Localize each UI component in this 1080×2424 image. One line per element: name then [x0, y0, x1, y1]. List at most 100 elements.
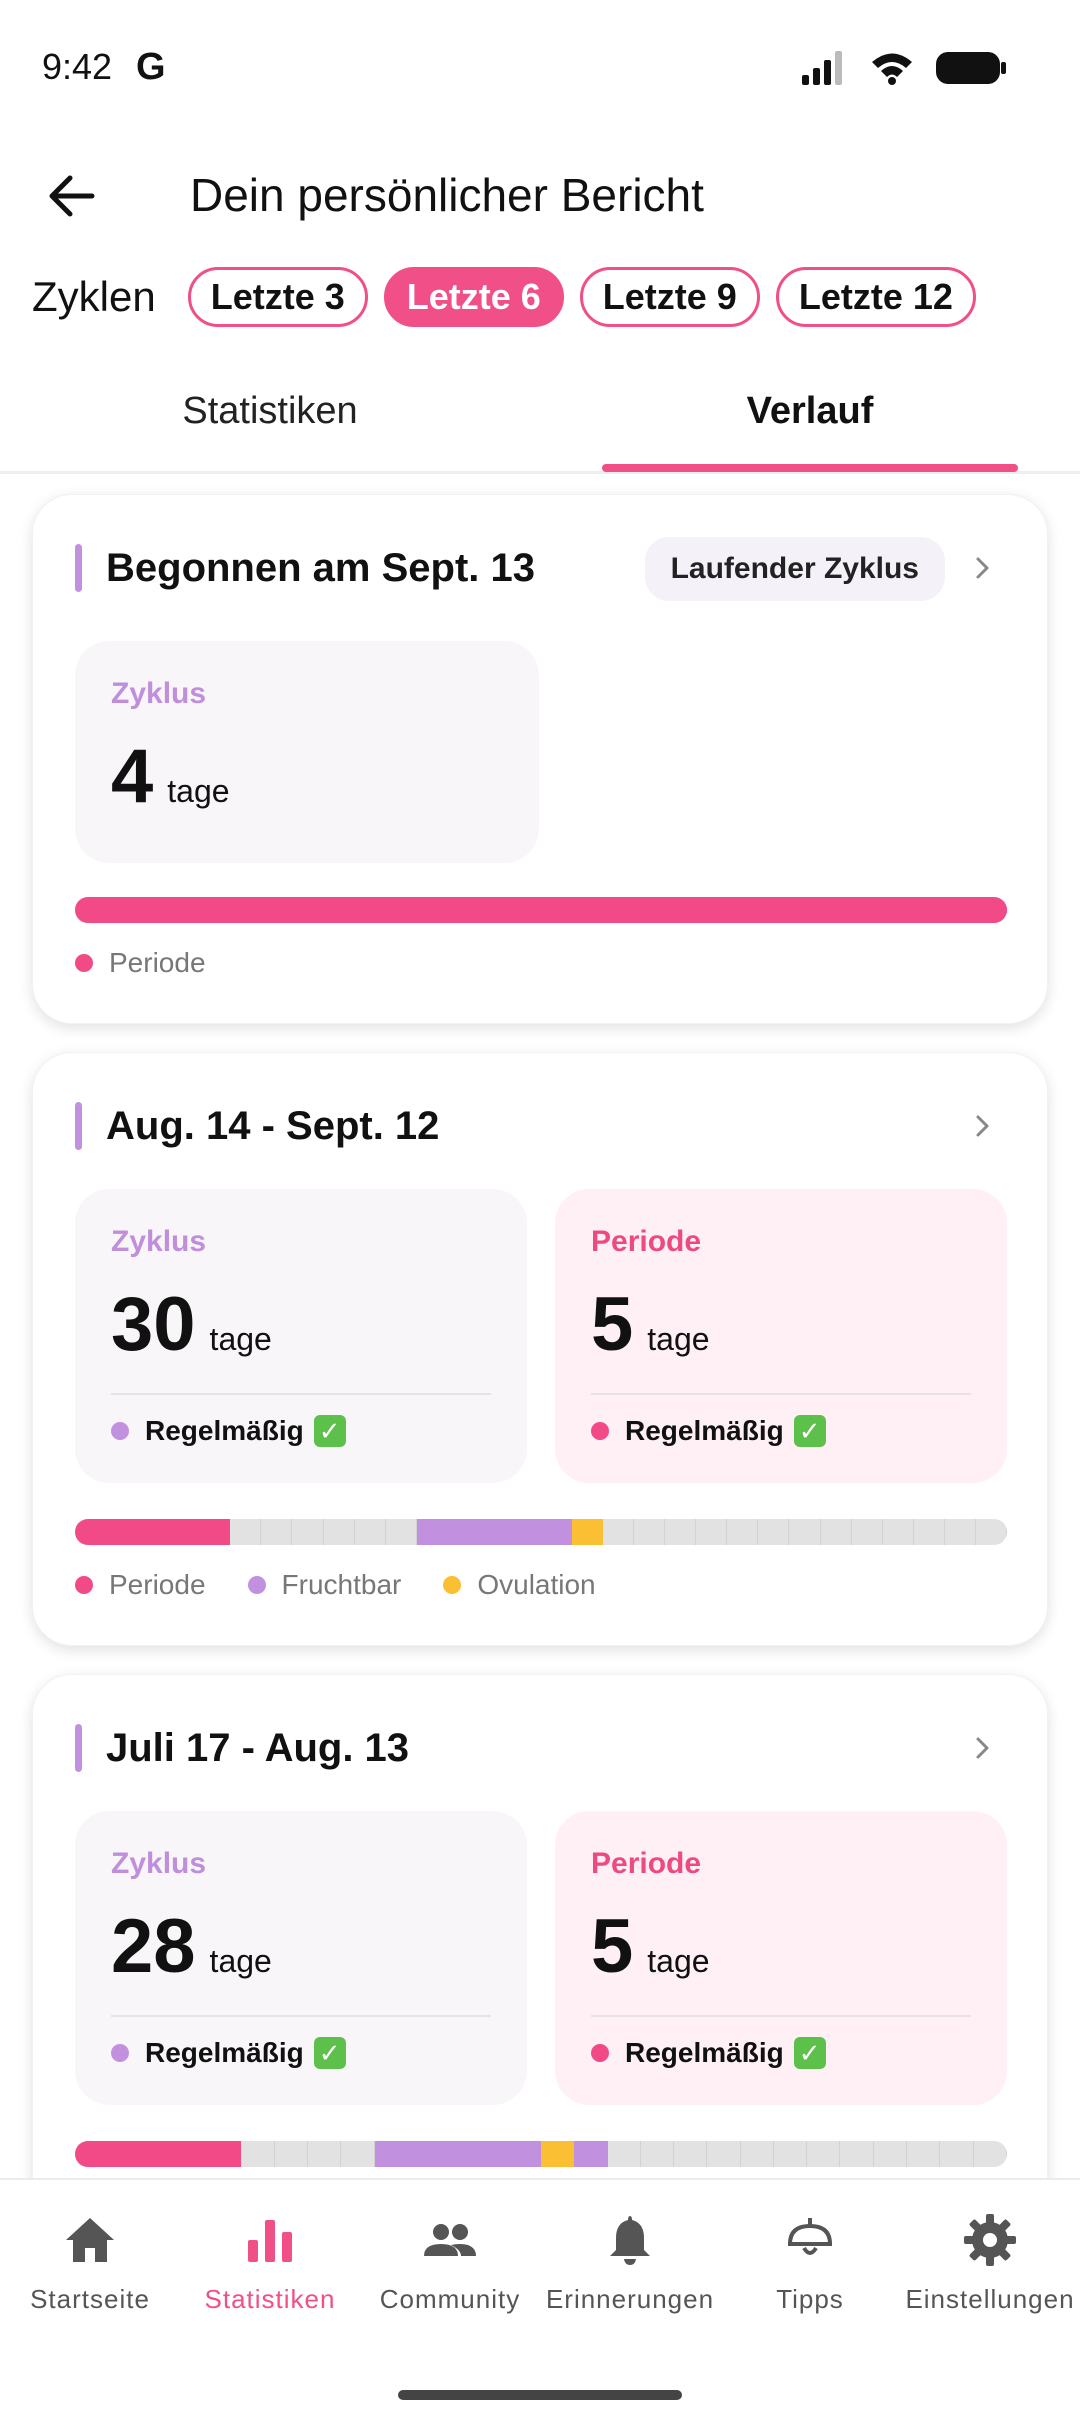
timeline-day	[292, 1519, 324, 1545]
header: Dein persönlicher Bericht	[0, 150, 1080, 240]
report-tabs: Statistiken Verlauf	[0, 368, 1080, 474]
timeline-day	[976, 1519, 1007, 1545]
cycle-length-number: 4	[111, 734, 154, 819]
people-icon	[424, 2224, 476, 2256]
cycle-length-label: Zyklus	[111, 1847, 207, 1880]
period-dot-icon	[75, 954, 93, 972]
cycle-length-unit: tage	[209, 1321, 272, 1357]
cycle-filter-label: Zyklen	[32, 273, 156, 320]
timeline-day-fertile	[407, 2141, 442, 2167]
cycle-length-number: 28	[111, 1904, 196, 1989]
card-accent-bar	[75, 1724, 82, 1772]
chevron-right-icon[interactable]	[969, 1735, 995, 1761]
timeline-day-period	[308, 897, 541, 923]
nav-item-community[interactable]: Community	[360, 2210, 540, 2315]
nav-label-reminders: Erinnerungen	[545, 2284, 715, 2314]
timeline-day-period	[137, 1519, 169, 1545]
timeline-day-fertile	[507, 2141, 541, 2167]
nav-label-home: Startseite	[30, 2284, 150, 2314]
timeline-day	[665, 1519, 697, 1545]
timeline-day-fertile	[474, 2141, 508, 2167]
period-length-label: Periode	[591, 1225, 702, 1258]
check-icon: ✓	[313, 1415, 346, 1447]
cycle-length-value: 4 tage	[111, 733, 230, 820]
timeline-day-period	[174, 2141, 209, 2167]
timeline-day-fertile	[441, 2141, 475, 2167]
cycle-pill-last-3[interactable]: Letzte 3	[187, 267, 368, 327]
nav-item-tips[interactable]: Tipps	[720, 2210, 900, 2315]
timeline-day	[945, 1519, 976, 1545]
bar-chart-icon	[248, 2220, 292, 2262]
timeline-day-fertile	[509, 1519, 541, 1545]
timeline-day	[324, 1519, 355, 1545]
timeline-day	[634, 1519, 666, 1545]
cycle-length-number: 30	[111, 1282, 196, 1367]
card-title: Aug. 14 - Sept. 12	[106, 1103, 440, 1148]
period-length-box: Periode 5 tage Regelmäßig ✓	[555, 1811, 1007, 2105]
check-icon: ✓	[793, 2037, 826, 2069]
tab-active-indicator	[602, 464, 1018, 472]
nav-item-reminders[interactable]: Erinnerungen	[540, 2210, 720, 2315]
chevron-right-icon[interactable]	[969, 1113, 995, 1139]
period-length-number: 5	[591, 1904, 634, 1989]
nav-item-statistics[interactable]: Statistiken	[180, 2210, 360, 2315]
period-length-value: 5 tage	[591, 1903, 710, 1990]
period-dot-icon	[591, 1422, 609, 1440]
cycle-length-label: Zyklus	[111, 1225, 207, 1258]
chevron-right-icon[interactable]	[969, 555, 995, 581]
timeline-day-period	[199, 1519, 231, 1545]
tab-statistics[interactable]: Statistiken	[60, 390, 480, 433]
cycle-pill-last-12[interactable]: Letzte 12	[775, 267, 976, 327]
timeline-day-fertile	[540, 1519, 572, 1545]
timeline-day-period	[168, 1519, 200, 1545]
cycle-filter: Zyklen Letzte 3 Letzte 6 Letzte 9 Letzte…	[32, 266, 992, 328]
timeline-day-fertile	[478, 1519, 510, 1545]
legend-period: Periode	[75, 1569, 206, 1601]
period-regularity-label: Regelmäßig	[625, 1415, 784, 1446]
card-header: Begonnen am Sept. 13	[75, 543, 535, 593]
divider	[591, 2015, 971, 2017]
cycle-length-label: Zyklus	[111, 677, 207, 710]
divider	[111, 1393, 491, 1395]
timeline-day-period	[108, 2141, 142, 2167]
timeline-day	[974, 2141, 1007, 2167]
timeline-day-period	[75, 1519, 107, 1545]
timeline-day-fertile	[374, 2141, 408, 2167]
cycle-pill-last-9[interactable]: Letzte 9	[579, 267, 760, 327]
cycle-length-box: Zyklus 30 tage Regelmäßig ✓	[75, 1189, 527, 1483]
period-regularity: Regelmäßig ✓	[591, 1415, 826, 1447]
tab-history[interactable]: Verlauf	[600, 390, 1020, 433]
back-button[interactable]	[44, 170, 104, 222]
timeline-day	[758, 1519, 790, 1545]
nav-item-settings[interactable]: Einstellungen	[900, 2210, 1080, 2315]
timeline-day	[355, 1519, 386, 1545]
status-icons	[802, 50, 1008, 86]
cycle-timeline	[75, 897, 1007, 923]
divider	[591, 1393, 971, 1395]
cycle-card-aug-sep[interactable]: Aug. 14 - Sept. 12 Zyklus 30 tage Regelm…	[32, 1052, 1048, 1646]
nav-label-tips: Tipps	[776, 2284, 844, 2314]
battery-icon	[936, 52, 1006, 84]
timeline-day	[707, 2141, 741, 2167]
timeline-day	[308, 2141, 342, 2167]
arrow-left-icon	[49, 175, 95, 217]
timeline-day	[741, 2141, 774, 2167]
status-bar: 9:42 G	[0, 0, 1080, 140]
nav-item-home[interactable]: Startseite	[0, 2210, 180, 2315]
cycle-card-current[interactable]: Begonnen am Sept. 13 Laufender Zyklus Zy…	[32, 494, 1048, 1024]
nav-label-statistics: Statistiken	[204, 2284, 336, 2314]
timeline-day	[603, 1519, 635, 1545]
status-time: 9:42	[42, 46, 113, 87]
fertile-dot-icon	[111, 1422, 129, 1440]
cycle-length-unit: tage	[167, 773, 230, 809]
legend-fertile-label: Fruchtbar	[281, 1569, 402, 1600]
timeline-day	[821, 1519, 852, 1545]
cycle-pill-last-6[interactable]: Letzte 6	[383, 267, 564, 327]
timeline-day	[261, 1519, 293, 1545]
timeline-day	[807, 2141, 841, 2167]
cycle-length-value: 30 tage	[111, 1281, 272, 1368]
cycle-regularity-label: Regelmäßig	[145, 1415, 304, 1446]
period-length-box: Periode 5 tage Regelmäßig ✓	[555, 1189, 1007, 1483]
lamp-icon	[787, 2218, 833, 2255]
timeline-day-fertile	[447, 1519, 479, 1545]
